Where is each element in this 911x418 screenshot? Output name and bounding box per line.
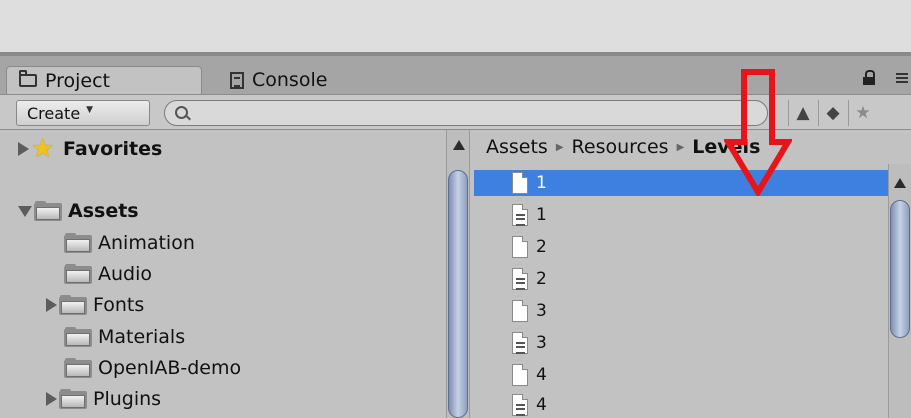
- file-name: 3: [536, 333, 547, 353]
- tab-project[interactable]: Project: [6, 66, 202, 94]
- file-name: 4: [536, 365, 547, 385]
- tree-favorites[interactable]: ★ Favorites: [18, 136, 162, 162]
- tab-console[interactable]: Console: [226, 66, 380, 94]
- text-file-icon: [512, 332, 528, 354]
- list-item[interactable]: 1: [474, 170, 888, 196]
- tree-assets-label: Assets: [68, 200, 139, 222]
- folder-icon: [64, 264, 92, 284]
- tree-item-plugins[interactable]: Plugins: [46, 386, 161, 412]
- filter-by-type-button[interactable]: ▲: [788, 100, 817, 126]
- file-name: 1: [536, 173, 547, 193]
- console-icon: [230, 71, 244, 89]
- type-filter-icon: ▲: [796, 103, 810, 123]
- file-name: 2: [536, 269, 547, 289]
- tag-icon: ◆: [826, 103, 840, 123]
- blank-file-icon: [512, 172, 528, 194]
- folder-icon: [64, 233, 92, 253]
- folder-icon: [34, 201, 62, 221]
- tree-item-animation[interactable]: Animation: [64, 230, 195, 256]
- tree-item-openiab-demo[interactable]: OpenIAB-demo: [64, 355, 241, 381]
- tree-assets[interactable]: Assets: [18, 198, 139, 224]
- file-name: 3: [536, 301, 547, 321]
- tree-item-label: Fonts: [93, 294, 145, 316]
- blank-file-icon: [512, 364, 528, 386]
- annotation-arrow-icon: [724, 69, 792, 196]
- folder-icon: [59, 389, 87, 409]
- tree-item-materials[interactable]: Materials: [64, 324, 185, 350]
- list-item[interactable]: 4: [474, 392, 888, 418]
- top-bar: [0, 0, 911, 52]
- tree-item-audio[interactable]: Audio: [64, 261, 152, 287]
- scrollbar-thumb[interactable]: [448, 170, 468, 418]
- tree-item-label: Audio: [98, 263, 153, 285]
- tree-item-label: Plugins: [93, 388, 162, 410]
- create-button[interactable]: Create ▼: [16, 100, 150, 126]
- scrollbar-thumb[interactable]: [890, 200, 910, 338]
- expand-arrow-icon[interactable]: [18, 142, 29, 156]
- list-item[interactable]: 1: [474, 202, 888, 228]
- asset-list-scrollbar[interactable]: [888, 164, 911, 418]
- search-input[interactable]: [193, 103, 737, 125]
- folder-icon: [59, 295, 87, 315]
- breadcrumb-assets[interactable]: Assets: [486, 136, 548, 158]
- text-file-icon: [512, 204, 528, 226]
- folder-icon: [64, 327, 92, 347]
- expand-arrow-icon[interactable]: [46, 298, 57, 312]
- star-icon: ★: [855, 103, 871, 123]
- tab-console-label: Console: [252, 69, 328, 91]
- tree-item-label: OpenIAB-demo: [98, 357, 242, 379]
- file-name: 1: [536, 205, 547, 225]
- blank-file-icon: [512, 236, 528, 258]
- breadcrumb: Assets ▶ Resources ▶ Levels: [470, 132, 760, 162]
- tree-item-fonts[interactable]: Fonts: [46, 292, 144, 318]
- chevron-right-icon: ▶: [676, 141, 685, 153]
- lock-icon[interactable]: [862, 70, 876, 85]
- search-field[interactable]: [164, 100, 768, 126]
- breadcrumb-resources[interactable]: Resources: [572, 136, 669, 158]
- text-file-icon: [512, 394, 528, 416]
- list-item[interactable]: 2: [474, 234, 888, 260]
- chevron-down-icon: ▼: [86, 105, 94, 115]
- favorites-star-icon: ★: [31, 134, 55, 164]
- tree-scrollbar[interactable]: [446, 130, 470, 418]
- filter-by-label-button[interactable]: ◆: [818, 100, 847, 126]
- blank-file-icon: [512, 300, 528, 322]
- list-item[interactable]: 2: [474, 266, 888, 292]
- scroll-up-arrow-icon[interactable]: [894, 178, 906, 188]
- tab-project-label: Project: [45, 69, 111, 92]
- scroll-up-arrow-icon[interactable]: [453, 140, 465, 150]
- save-search-button[interactable]: ★: [848, 100, 877, 126]
- list-item[interactable]: 3: [474, 298, 888, 324]
- file-name: 4: [536, 395, 547, 415]
- collapse-arrow-icon[interactable]: [18, 205, 32, 217]
- list-item[interactable]: 3: [474, 330, 888, 356]
- panel-menu-icon[interactable]: [884, 70, 908, 84]
- tree-favorites-label: Favorites: [63, 138, 163, 160]
- create-button-label: Create: [27, 103, 81, 123]
- expand-arrow-icon[interactable]: [46, 392, 57, 406]
- tree-item-label: Materials: [98, 326, 186, 348]
- folder-icon: [64, 358, 92, 378]
- text-file-icon: [512, 268, 528, 290]
- folder-icon: [19, 70, 37, 87]
- chevron-right-icon: ▶: [555, 141, 564, 153]
- file-name: 2: [536, 237, 547, 257]
- list-item[interactable]: 4: [474, 362, 888, 388]
- search-icon: [175, 106, 188, 119]
- tree-item-label: Animation: [98, 232, 195, 254]
